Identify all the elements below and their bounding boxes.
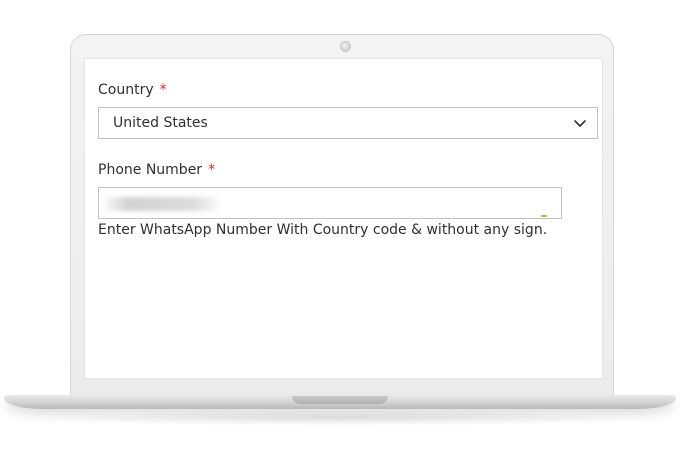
laptop-base-notch (292, 396, 388, 404)
country-label-text: Country (98, 82, 154, 98)
phone-number-input[interactable] (98, 187, 562, 219)
redacted-phone-value (105, 197, 221, 211)
country-label: Country * (98, 82, 167, 98)
phone-label: Phone Number * (98, 162, 215, 178)
camera-icon (340, 41, 351, 52)
country-select-value: United States (113, 115, 208, 131)
country-required-mark: * (159, 82, 167, 98)
laptop-shadow (30, 410, 650, 426)
phone-label-text: Phone Number (98, 162, 203, 178)
phone-hint-text: Enter WhatsApp Number With Country code … (98, 222, 548, 238)
chevron-down-icon (574, 120, 586, 127)
input-autofill-icon (541, 215, 547, 217)
country-select[interactable]: United States (98, 107, 598, 139)
laptop-mockup: Country * United States Phone Number * Ent… (0, 0, 680, 450)
phone-required-mark: * (208, 162, 216, 178)
